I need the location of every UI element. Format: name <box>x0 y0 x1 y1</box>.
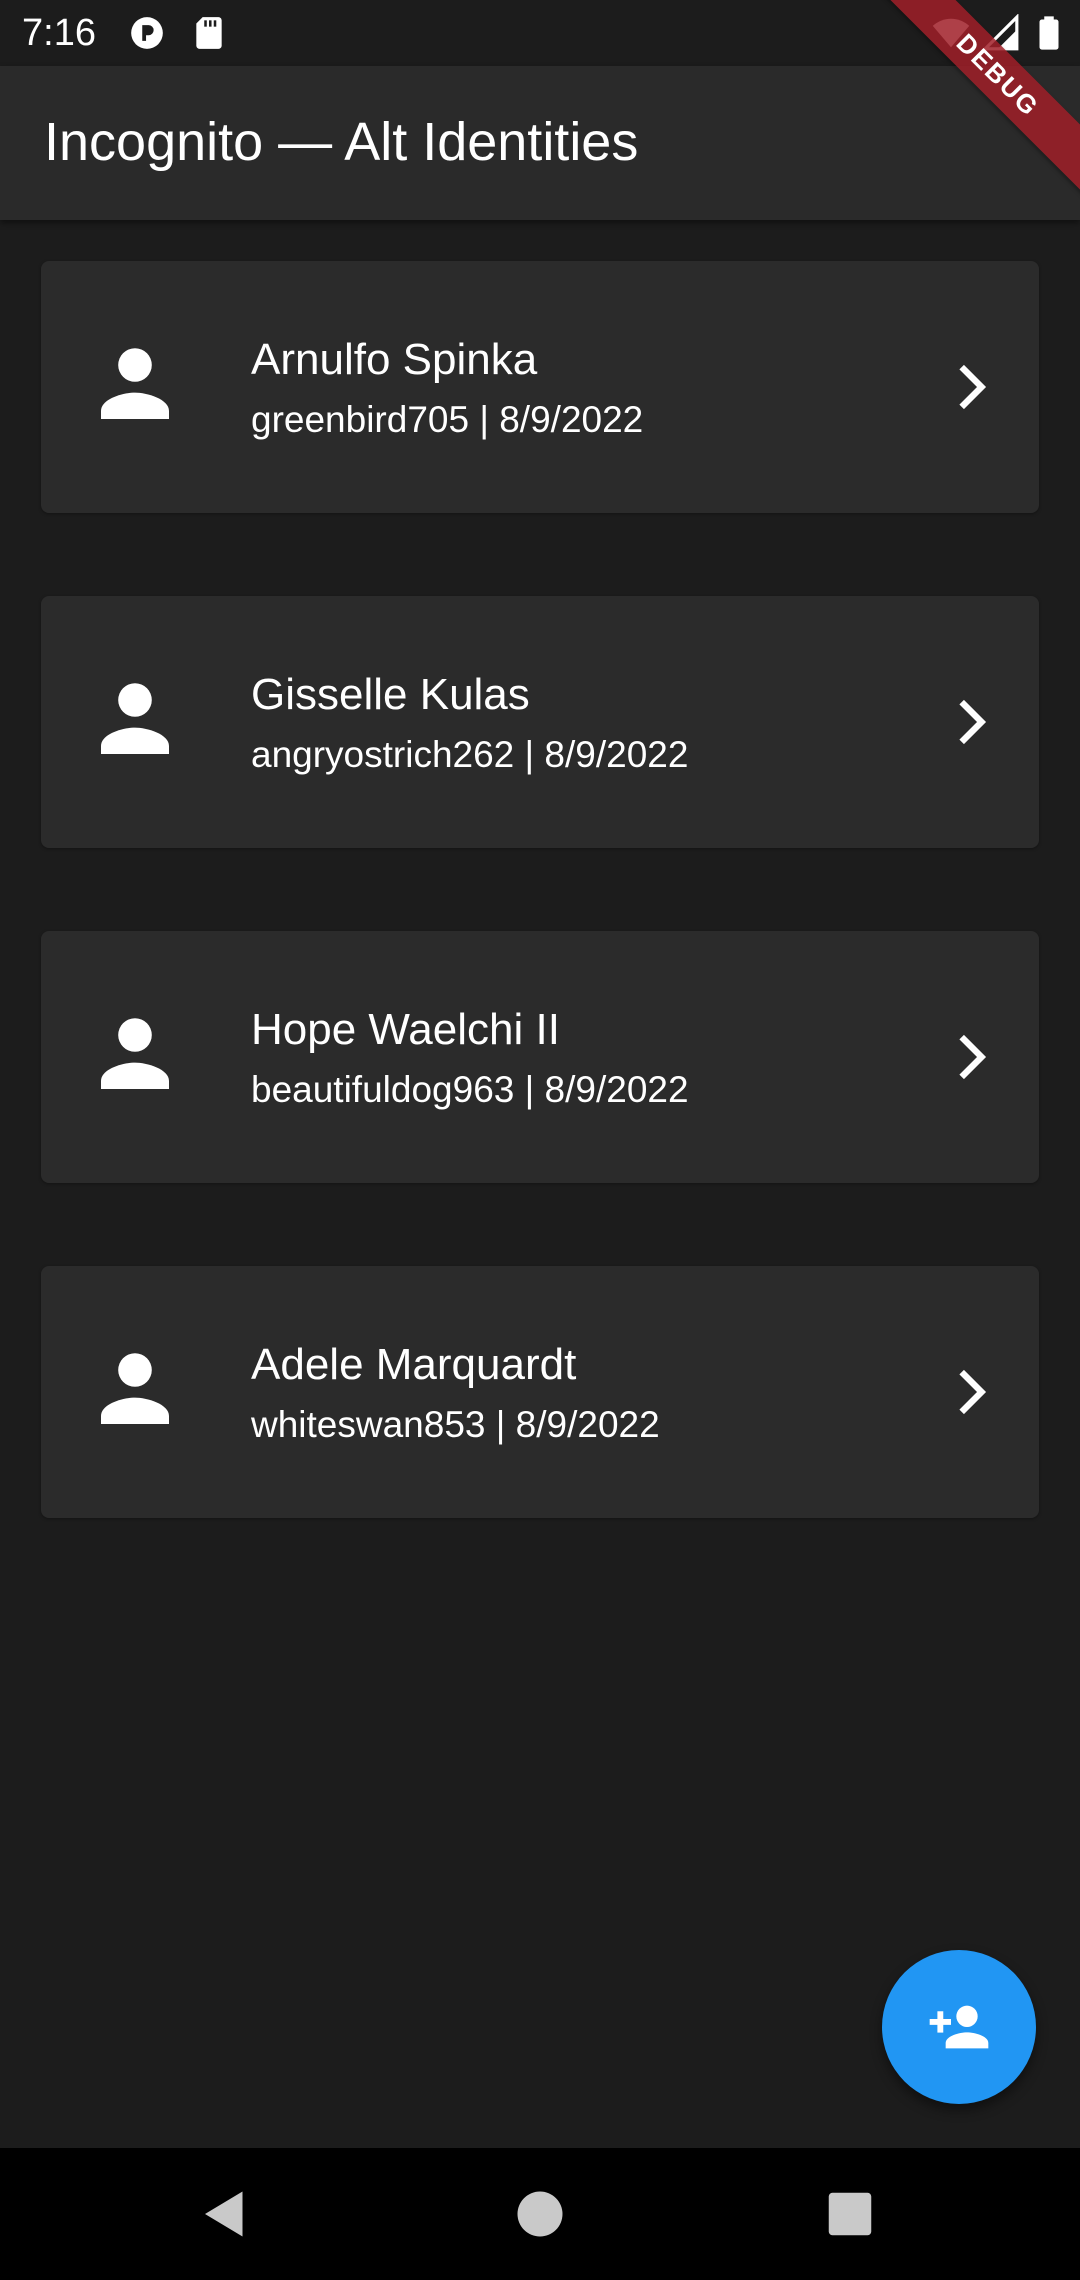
person-icon <box>101 1353 169 1424</box>
battery-icon <box>1039 16 1059 50</box>
status-time: 7:16 <box>22 12 96 54</box>
chevron-right-icon <box>959 1369 987 1415</box>
identity-card[interactable]: Adele Marquardt whiteswan853 | 8/9/2022 <box>41 1266 1039 1518</box>
person-add-icon <box>929 2005 989 2049</box>
identity-subtitle: beautifuldog963 | 8/9/2022 <box>251 1069 689 1110</box>
back-icon[interactable] <box>195 2184 255 2244</box>
app-bar: Incognito — Alt Identities <box>0 66 1080 220</box>
identity-subtitle: whiteswan853 | 8/9/2022 <box>251 1404 660 1445</box>
sd-card-icon <box>196 17 222 49</box>
identity-name: Adele Marquardt <box>251 1340 577 1389</box>
home-icon[interactable] <box>510 2184 570 2244</box>
page-title: Incognito — Alt Identities <box>44 112 639 172</box>
chevron-right-icon <box>959 699 987 745</box>
system-nav-bar <box>0 2148 1080 2280</box>
chevron-right-icon <box>959 364 987 410</box>
recents-icon[interactable] <box>820 2184 880 2244</box>
identity-name: Hope Waelchi II <box>251 1005 560 1054</box>
add-identity-button[interactable] <box>882 1950 1036 2104</box>
identity-subtitle: greenbird705 | 8/9/2022 <box>251 399 644 440</box>
app-notification-icon <box>131 17 163 49</box>
person-icon <box>101 683 169 754</box>
identity-subtitle: angryostrich262 | 8/9/2022 <box>251 734 689 775</box>
person-icon <box>101 1018 169 1089</box>
person-icon <box>101 348 169 419</box>
identity-card[interactable]: Hope Waelchi II beautifuldog963 | 8/9/20… <box>41 931 1039 1183</box>
identity-list: Arnulfo Spinka greenbird705 | 8/9/2022 G… <box>41 261 1039 1601</box>
chevron-right-icon <box>959 1034 987 1080</box>
identity-card[interactable]: Arnulfo Spinka greenbird705 | 8/9/2022 <box>41 261 1039 513</box>
identity-name: Arnulfo Spinka <box>251 335 538 384</box>
identity-card[interactable]: Gisselle Kulas angryostrich262 | 8/9/202… <box>41 596 1039 848</box>
app-screen: 7:16 Incognito — Alt Identities DEBUG Ar… <box>0 0 1080 2280</box>
identity-name: Gisselle Kulas <box>251 670 530 719</box>
